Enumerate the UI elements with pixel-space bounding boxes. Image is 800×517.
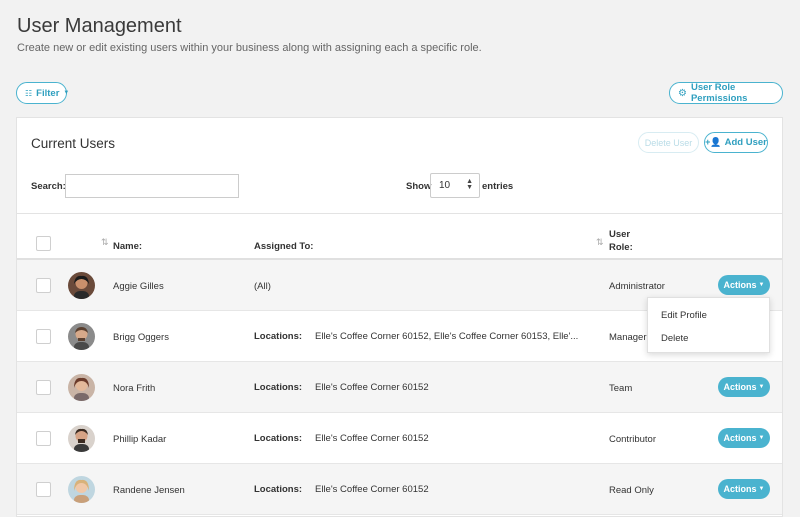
caret-down-icon: ▼ <box>63 90 70 96</box>
name-column-header[interactable]: Name: <box>113 241 142 252</box>
table-header: ⇅ Name: Assigned To: ⇅ User Role: <box>17 213 782 260</box>
search-input[interactable] <box>65 174 239 198</box>
role-column-header-line1[interactable]: User <box>609 229 630 240</box>
assigned-column-header[interactable]: Assigned To: <box>254 241 313 252</box>
add-user-icon: +👤 <box>705 137 722 147</box>
row-checkbox[interactable] <box>36 431 51 446</box>
actions-label: Actions <box>723 280 757 290</box>
assigned-label: Locations: <box>254 484 303 495</box>
assigned-label: Locations: <box>254 433 303 444</box>
actions-button[interactable]: Actions ▼ <box>718 275 770 295</box>
sort-icon[interactable]: ⇅ <box>596 237 604 248</box>
row-checkbox[interactable] <box>36 278 51 293</box>
table-row: Randene Jensen Locations: Elle's Coffee … <box>17 464 782 515</box>
user-name: Nora Frith <box>113 383 156 394</box>
page-title: User Management <box>17 15 182 37</box>
user-role: Contributor <box>609 434 656 445</box>
user-role: Administrator <box>609 281 665 292</box>
actions-label: Actions <box>723 382 757 392</box>
gear-icon: ⚙ <box>678 87 687 99</box>
assigned-value: (All) <box>254 281 271 292</box>
select-arrows-icon: ▲ ▼ <box>466 178 473 191</box>
filter-icon: ☷ <box>25 88 33 98</box>
avatar <box>68 476 95 503</box>
caret-down-icon: ▼ <box>758 384 765 390</box>
user-name: Brigg Oggers <box>113 332 169 343</box>
actions-button[interactable]: Actions ▼ <box>718 377 770 397</box>
user-role: Read Only <box>609 485 654 496</box>
assigned-label: Locations: <box>254 382 303 393</box>
actions-label: Actions <box>723 433 757 443</box>
caret-down-icon: ▼ <box>758 486 765 492</box>
avatar <box>68 323 95 350</box>
user-role: Manager <box>609 332 647 343</box>
filter-button[interactable]: ☷ Filter ▼ <box>16 82 70 104</box>
permissions-label: User Role Permissions <box>690 82 748 104</box>
avatar <box>68 425 95 452</box>
edit-profile-menu-item[interactable]: Edit Profile <box>661 310 707 321</box>
assigned-value: Elle's Coffee Corner 60152 <box>315 382 429 393</box>
avatar <box>68 374 95 401</box>
select-all-checkbox[interactable] <box>36 236 51 251</box>
table-row: Nora Frith Locations: Elle's Coffee Corn… <box>17 362 782 413</box>
card-title: Current Users <box>31 136 116 151</box>
entries-select[interactable]: 10 ▲ ▼ <box>430 173 480 198</box>
show-label: Show <box>406 181 432 192</box>
sort-icon[interactable]: ⇅ <box>101 237 109 248</box>
assigned-value: Elle's Coffee Corner 60152 <box>315 433 429 444</box>
user-name: Aggie Gilles <box>113 281 164 292</box>
add-user-button[interactable]: +👤 Add User <box>704 132 768 153</box>
row-checkbox[interactable] <box>36 482 51 497</box>
actions-button[interactable]: Actions ▼ <box>718 428 770 448</box>
table-row: Phillip Kadar Locations: Elle's Coffee C… <box>17 413 782 464</box>
actions-label: Actions <box>723 484 757 494</box>
user-role-permissions-button[interactable]: ⚙ User Role Permissions <box>669 82 783 104</box>
entries-select-value: 10 <box>439 180 451 191</box>
assigned-value: Elle's Coffee Corner 60152, Elle's Coffe… <box>315 331 579 342</box>
actions-button[interactable]: Actions ▼ <box>718 479 770 499</box>
caret-down-icon: ▼ <box>758 435 765 441</box>
assigned-label: Locations: <box>254 331 303 342</box>
entries-label: entries <box>482 181 514 192</box>
user-name: Phillip Kadar <box>113 434 167 445</box>
page-subtitle: Create new or edit existing users within… <box>17 42 482 54</box>
delete-menu-item[interactable]: Delete <box>661 333 688 344</box>
user-role: Team <box>609 383 633 394</box>
user-name: Randene Jensen <box>113 485 185 496</box>
search-label: Search: <box>31 181 66 192</box>
filter-label: Filter <box>36 87 60 99</box>
add-user-label: Add User <box>724 137 767 148</box>
assigned-value: Elle's Coffee Corner 60152 <box>315 484 429 495</box>
role-column-header-line2[interactable]: Role: <box>609 242 633 253</box>
row-checkbox[interactable] <box>36 380 51 395</box>
avatar <box>68 272 95 299</box>
caret-down-icon: ▼ <box>758 282 765 288</box>
actions-dropdown-menu: Edit Profile Delete <box>647 297 770 353</box>
delete-user-button[interactable]: Delete User <box>638 132 699 153</box>
delete-user-label: Delete User <box>644 137 693 148</box>
row-checkbox[interactable] <box>36 329 51 344</box>
